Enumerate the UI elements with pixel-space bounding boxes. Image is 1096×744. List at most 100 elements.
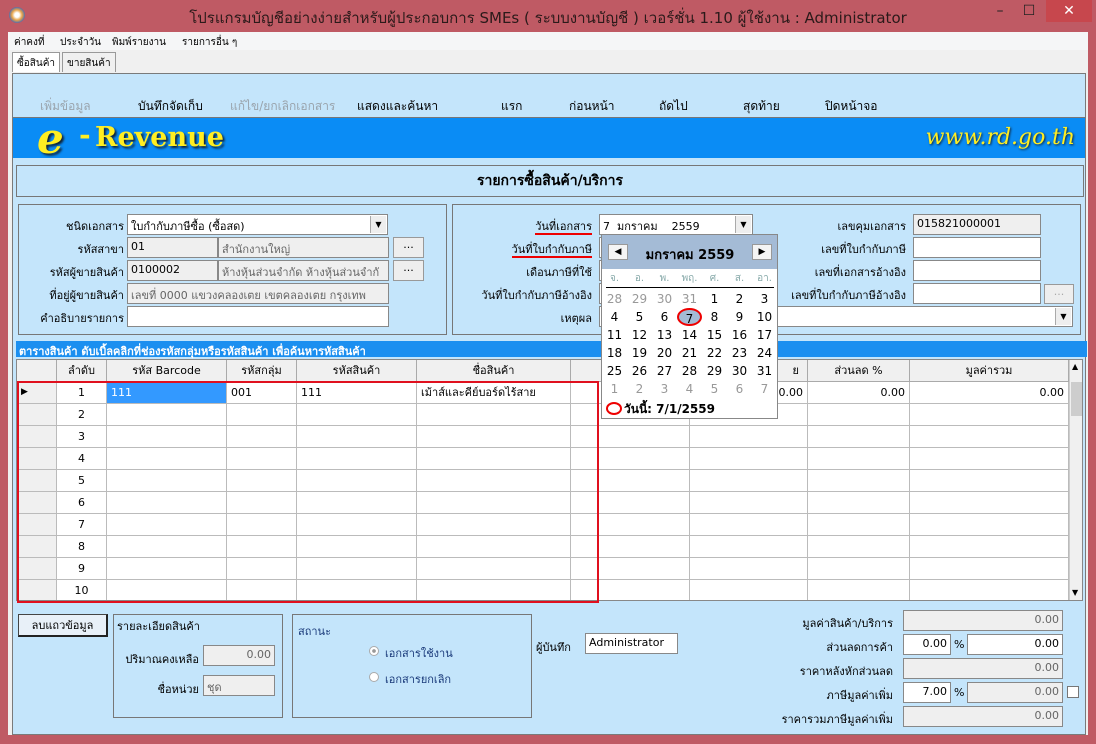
doc-date-picker[interactable]: 7 มกราคม 2559 ▼ <box>599 214 753 235</box>
table-cell-discount[interactable] <box>808 470 910 492</box>
discount-pct-field[interactable]: 0.00 <box>903 634 951 655</box>
chevron-down-icon[interactable]: ▼ <box>370 216 386 233</box>
table-cell-unit-price[interactable] <box>690 536 808 558</box>
calendar-day[interactable]: 28 <box>677 362 702 380</box>
table-cell-discount[interactable] <box>808 536 910 558</box>
table-cell-discount[interactable] <box>808 426 910 448</box>
menu-print-report[interactable]: พิมพ์รายงาน <box>112 35 166 50</box>
table-cell-discount[interactable] <box>808 580 910 600</box>
calendar-day[interactable]: 5 <box>627 308 652 326</box>
calendar-day[interactable]: 15 <box>702 326 727 344</box>
table-cell-unit-price[interactable] <box>690 558 808 580</box>
maximize-button[interactable]: ☐ <box>1015 0 1043 22</box>
header-col-barcode[interactable]: รหัส Barcode <box>107 360 227 382</box>
close-button[interactable]: ✕ <box>1046 0 1092 22</box>
calendar-day[interactable]: 2 <box>727 290 752 308</box>
tax-invoice-no-field[interactable] <box>913 237 1041 258</box>
table-cell-total[interactable] <box>910 580 1069 600</box>
calendar-day[interactable]: 31 <box>752 362 777 380</box>
table-cell-total[interactable] <box>910 514 1069 536</box>
table-cell-total[interactable] <box>910 492 1069 514</box>
status-active-radio[interactable] <box>369 646 379 656</box>
calendar-month-title[interactable]: มกราคม 2559 <box>628 244 752 265</box>
branch-browse-button[interactable]: ... <box>393 237 424 258</box>
calendar-day[interactable]: 2 <box>627 380 652 398</box>
calendar-day[interactable]: 1 <box>602 380 627 398</box>
table-cell-unit-price[interactable] <box>690 426 808 448</box>
vat-pct-field[interactable]: 7.00 <box>903 682 951 703</box>
calendar-day[interactable]: 4 <box>602 308 627 326</box>
doc-type-select[interactable]: ใบกำกับภาษีซื้อ (ซื้อสด) ▼ <box>127 214 388 235</box>
table-cell-unit-price[interactable] <box>690 580 808 600</box>
calendar-day[interactable]: 1 <box>702 290 727 308</box>
tab-sales[interactable]: ขายสินค้า <box>62 52 116 72</box>
calendar-day[interactable]: 18 <box>602 344 627 362</box>
vendor-browse-button[interactable]: ... <box>393 260 424 281</box>
table-cell-total[interactable] <box>910 536 1069 558</box>
scroll-thumb[interactable] <box>1071 382 1082 416</box>
close-screen-button[interactable]: ปิดหน้าจอ <box>825 97 878 116</box>
table-cell-total[interactable] <box>910 448 1069 470</box>
minimize-button[interactable]: – <box>986 0 1014 22</box>
ref-tax-no-field[interactable] <box>913 283 1041 304</box>
header-col-total[interactable]: มูลค่ารวม <box>910 360 1069 382</box>
calendar-day-selected[interactable]: 7 <box>677 308 702 326</box>
calendar-day[interactable]: 4 <box>677 380 702 398</box>
calendar-day[interactable]: 9 <box>727 308 752 326</box>
prev-button[interactable]: ก่อนหน้า <box>569 97 615 116</box>
save-button[interactable]: บันทึกจัดเก็บ <box>138 97 203 116</box>
calendar-day[interactable]: 14 <box>677 326 702 344</box>
calendar-prev-button[interactable]: ◀ <box>608 244 628 260</box>
calendar-day[interactable]: 16 <box>727 326 752 344</box>
vat-checkbox[interactable] <box>1067 686 1079 698</box>
status-cancel-radio[interactable] <box>369 672 379 682</box>
grid-scrollbar[interactable]: ▲ ▼ <box>1069 360 1082 600</box>
calendar-day[interactable]: 26 <box>627 362 652 380</box>
calendar-day[interactable]: 31 <box>677 290 702 308</box>
calendar-day[interactable]: 8 <box>702 308 727 326</box>
calendar-day[interactable]: 6 <box>652 308 677 326</box>
calendar-day[interactable]: 30 <box>727 362 752 380</box>
table-cell-discount[interactable] <box>808 448 910 470</box>
header-col-group[interactable]: รหัสกลุ่ม <box>227 360 297 382</box>
calendar-day[interactable]: 3 <box>652 380 677 398</box>
menu-constants[interactable]: ค่าคงที่ <box>14 35 44 50</box>
table-cell-total[interactable] <box>910 470 1069 492</box>
table-cell-discount[interactable] <box>808 404 910 426</box>
chevron-down-icon[interactable]: ▼ <box>735 216 751 233</box>
vendor-code-field[interactable]: 0100002 <box>127 260 218 281</box>
table-cell-discount[interactable] <box>808 492 910 514</box>
last-button[interactable]: สุดท้าย <box>743 97 780 116</box>
calendar-day[interactable]: 6 <box>727 380 752 398</box>
table-cell-total[interactable] <box>910 558 1069 580</box>
table-cell-unit-price[interactable] <box>690 492 808 514</box>
menu-daily[interactable]: ประจำวัน <box>60 35 101 50</box>
ref-tax-browse-button[interactable]: ... <box>1044 284 1074 304</box>
today-link[interactable]: วันนี้: 7/1/2559 <box>624 400 715 419</box>
next-button[interactable]: ถัดไป <box>659 97 688 116</box>
calendar-day[interactable]: 28 <box>602 290 627 308</box>
table-cell-total[interactable] <box>910 404 1069 426</box>
table-cell-discount[interactable] <box>808 558 910 580</box>
table-cell-unit-price[interactable] <box>690 514 808 536</box>
table-cell-discount[interactable] <box>808 514 910 536</box>
calendar-day[interactable]: 24 <box>752 344 777 362</box>
table-cell-total[interactable] <box>910 426 1069 448</box>
calendar-day[interactable]: 27 <box>652 362 677 380</box>
calendar-day[interactable]: 12 <box>627 326 652 344</box>
header-col-seq[interactable]: ลำดับ <box>57 360 107 382</box>
header-col-product-code[interactable]: รหัสสินค้า <box>297 360 417 382</box>
calendar-popup[interactable]: ◀ มกราคม 2559 ▶ วันนี้: 7/1/2559 จ. อ. พ. พ… <box>601 234 778 419</box>
calendar-day[interactable]: 21 <box>677 344 702 362</box>
table-cell-unit-price[interactable] <box>690 448 808 470</box>
calendar-day[interactable]: 29 <box>627 290 652 308</box>
calendar-day[interactable]: 30 <box>652 290 677 308</box>
table-cell-unit-price[interactable] <box>690 470 808 492</box>
calendar-day[interactable]: 7 <box>752 380 777 398</box>
scroll-down-icon[interactable]: ▼ <box>1072 588 1078 597</box>
header-col-discount[interactable]: ส่วนลด % <box>808 360 910 382</box>
calendar-day[interactable]: 5 <box>702 380 727 398</box>
menu-other[interactable]: รายการอื่น ๆ <box>182 35 237 50</box>
calendar-next-button[interactable]: ▶ <box>752 244 772 260</box>
calendar-day[interactable]: 17 <box>752 326 777 344</box>
